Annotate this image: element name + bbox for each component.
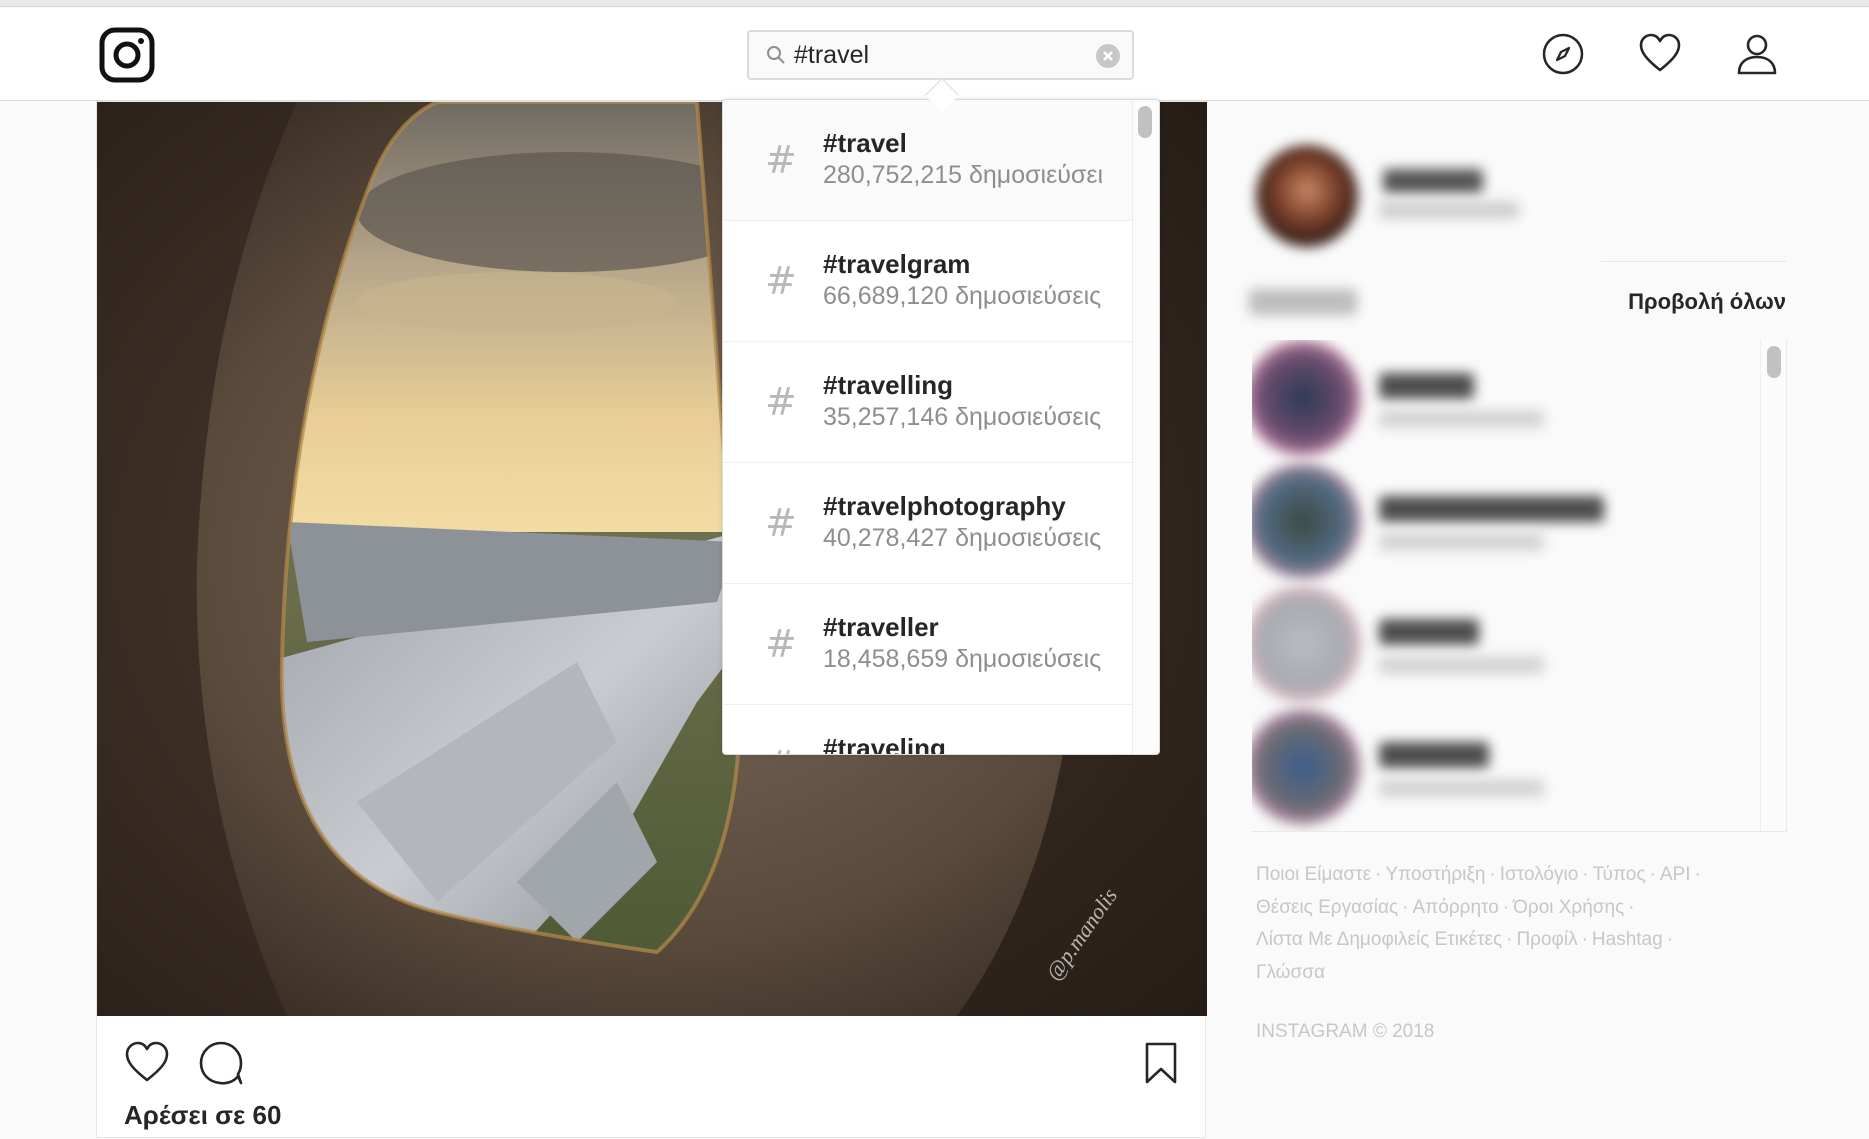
search-icon [767,46,785,64]
footer-link[interactable]: Προφίλ [1516,929,1577,950]
story-username [1379,373,1474,399]
story-avatar[interactable] [1252,586,1361,702]
footer-link[interactable]: Όροι Χρήσης [1513,897,1624,918]
result-tag: #traveller [823,612,939,642]
view-all-link[interactable]: Προβολή όλων [1628,289,1786,315]
footer-link[interactable]: Θέσεις Εργασίας [1256,897,1398,918]
instagram-logo-icon[interactable] [99,27,155,83]
story-item[interactable] [1252,340,1712,463]
story-avatar[interactable] [1252,463,1361,579]
footer-link[interactable]: Απόρρητο [1413,897,1499,918]
clear-icon[interactable] [1096,44,1120,68]
search-result-item[interactable]: # #traveller 18,458,659 δημοσιεύσεις [723,584,1133,705]
search-input[interactable] [794,39,1084,71]
stories-scrollbar-thumb[interactable] [1767,346,1781,378]
user-icon[interactable] [1735,32,1779,76]
search-box[interactable] [747,30,1134,80]
copyright: INSTAGRAM © 2018 [1256,1021,1435,1042]
story-item[interactable] [1252,463,1712,586]
story-username [1379,742,1489,768]
search-result-item[interactable]: # #traveling [723,705,1133,755]
result-count: 18,458,659 δημοσιεύσεις [823,645,1102,673]
result-count: 35,257,146 δημοσιεύσεις [823,403,1102,431]
search-result-item[interactable]: # #travel 280,752,215 δημοσιεύσει [723,100,1133,221]
browser-top-strip [0,0,1869,7]
search-result-item[interactable]: # #travelphotography 40,278,427 δημοσιεύ… [723,463,1133,584]
search-result-item[interactable]: # #travelgram 66,689,120 δημοσιεύσεις [723,221,1133,342]
sidebar: Προβολή όλων Ποιοι Είμαστε · Υποστήριξη · Ισ… [1249,101,1789,1138]
heart-icon[interactable] [1638,32,1682,76]
story-avatar[interactable] [1252,340,1361,456]
story-time [1379,779,1544,797]
footer-link[interactable]: Ποιοι Είμαστε [1256,864,1371,885]
story-avatar[interactable] [1252,709,1361,825]
result-tag: #travel [823,128,907,158]
result-count: 280,752,215 δημοσιεύσει [823,161,1104,189]
story-time [1379,410,1544,428]
footer-link[interactable]: Hashtag [1592,929,1663,950]
story-username [1379,496,1604,522]
hashtag-icon: # [765,380,797,424]
compass-icon[interactable] [1541,32,1585,76]
result-tag: #travelling [823,370,954,400]
story-item[interactable] [1252,709,1712,831]
footer-link[interactable]: API [1660,864,1691,885]
story-username [1379,619,1479,645]
story-time [1379,533,1544,551]
footer-link[interactable]: Υποστήριξη [1385,864,1485,885]
heart-outline-icon[interactable] [124,1040,170,1086]
result-count: 66,689,120 δημοσιεύσεις [823,282,1102,310]
stories-label [1249,289,1357,315]
result-tag: #traveling [823,733,946,755]
footer-link[interactable]: Λίστα Με Δημοφιλείς Ετικέτες [1256,929,1502,950]
search-results-dropdown: # #travel 280,752,215 δημοσιεύσει # #tra… [722,99,1160,755]
dropdown-scrollbar-thumb[interactable] [1138,106,1152,138]
footer-links: Ποιοι Είμαστε · Υποστήριξη · Ιστολόγιο · Τύπος… [1256,864,1701,983]
search-result-item[interactable]: # #travelling 35,257,146 δημοσιεύσεις [723,342,1133,463]
result-tag: #travelgram [823,249,971,279]
footer-link[interactable]: Τύπος [1593,864,1646,885]
sidebar-divider [1601,261,1786,262]
comment-icon[interactable] [198,1040,244,1086]
hashtag-icon: # [765,743,797,754]
bookmark-icon[interactable] [1138,1040,1184,1086]
profile-avatar[interactable] [1256,145,1358,247]
result-count: 40,278,427 δημοσιεύσεις [823,524,1102,552]
footer-link[interactable]: Γλώσσα [1256,962,1325,983]
hashtag-icon: # [765,259,797,303]
story-time [1379,656,1544,674]
story-item[interactable] [1252,586,1712,709]
stories-list [1252,340,1787,832]
profile-fullname [1379,201,1519,219]
dropdown-scrollbar-track[interactable] [1132,100,1159,754]
post-actions: Αρέσει σε 60 [97,1016,1207,1139]
stories-scrollbar-track[interactable] [1760,340,1786,831]
likes-count[interactable]: Αρέσει σε 60 [124,1100,281,1131]
hashtag-icon: # [765,622,797,666]
footer-link[interactable]: Ιστολόγιο [1500,864,1579,885]
hashtag-icon: # [765,501,797,545]
hashtag-icon: # [765,138,797,182]
profile-username[interactable] [1383,169,1483,193]
result-tag: #travelphotography [823,491,1066,521]
